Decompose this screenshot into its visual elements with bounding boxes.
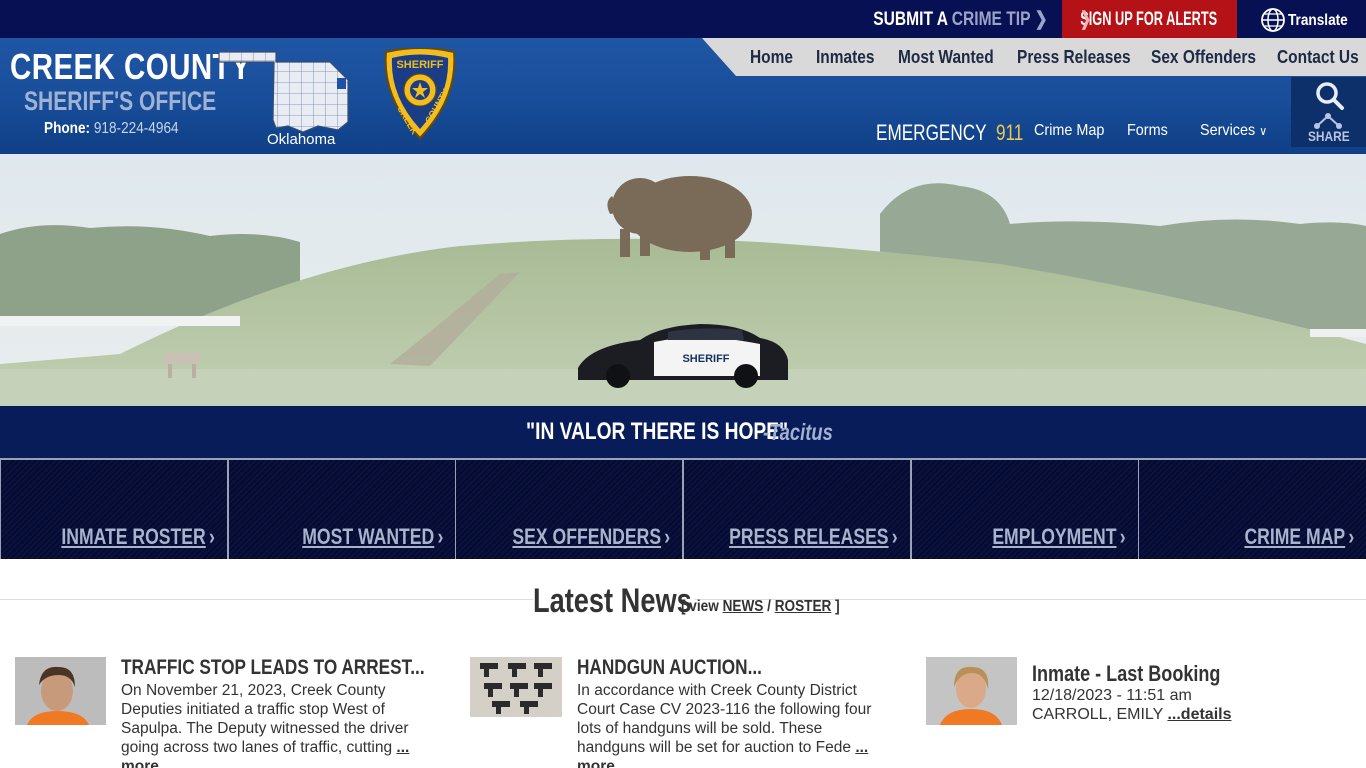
nav-press-releases[interactable]: Press Releases [1017, 47, 1131, 68]
chevron-right-icon: › [209, 524, 215, 549]
news-thumbnail-handguns[interactable] [470, 657, 562, 717]
phone-number[interactable]: 918-224-4964 [94, 120, 179, 137]
badge-top-text: SHERIFF [396, 59, 443, 71]
crime-tip-prefix: SUBMIT A [873, 9, 953, 30]
site-header: CREEK COUNTY SHERIFF'S OFFICE Phone: 918… [0, 38, 1366, 154]
latest-news-heading: Latest News [533, 582, 695, 621]
emergency-info: EMERGENCY 911 [876, 120, 1023, 146]
hero-image: SHERIFF [0, 154, 1366, 406]
brand-subtitle: SHERIFF'S OFFICE [24, 86, 217, 116]
translate-label: Translate [1288, 12, 1348, 29]
chevron-down-icon: ∨ [1259, 124, 1268, 138]
sheriff-badge-logo: SHERIFF CREEK COUNTY [384, 48, 456, 140]
nav-sex-offenders[interactable]: Sex Offenders [1151, 47, 1256, 68]
view-news-link[interactable]: NEWS [723, 598, 764, 615]
inmate-booking-name: CARROLL, EMILY ...details [1032, 706, 1231, 724]
inmate-booking-date: 12/18/2023 - 11:51 am [1032, 687, 1192, 704]
tile-press-releases[interactable]: PRESS RELEASES › [684, 460, 910, 559]
share-label[interactable]: SHARE [1308, 128, 1350, 144]
sign-up-alerts-button[interactable]: SIGN UP FOR ALERTS ❯ [1062, 0, 1237, 38]
links-prefix: [ view [681, 598, 723, 615]
tile-label: MOST WANTED [301, 524, 434, 549]
brand-title[interactable]: CREEK COUNTY [10, 46, 251, 88]
nav-most-wanted[interactable]: Most Wanted [898, 47, 994, 68]
inmate-details-link[interactable]: ...details [1167, 706, 1231, 723]
news-item-title[interactable]: HANDGUN AUCTION... [577, 656, 762, 680]
tile-label: PRESS RELEASES [729, 524, 889, 549]
car-sheriff-text: SHERIFF [682, 353, 729, 365]
nav-inmates[interactable]: Inmates [816, 47, 875, 68]
alerts-label: SIGN UP FOR ALERTS [1080, 9, 1218, 30]
news-item-title[interactable]: TRAFFIC STOP LEADS TO ARREST... [121, 656, 425, 680]
services-label: Services [1200, 122, 1256, 139]
chevron-right-icon: › [892, 524, 898, 549]
chevron-right-icon: › [1348, 524, 1354, 549]
oklahoma-map-icon [218, 51, 349, 133]
chevron-right-icon: ❯ [1080, 9, 1091, 30]
emergency-label: EMERGENCY [876, 120, 987, 145]
tile-sex-offenders[interactable]: SEX OFFENDERS › [456, 460, 682, 559]
tile-label: SEX OFFENDERS [512, 524, 661, 549]
inmate-booking-title[interactable]: Inmate - Last Booking [1032, 661, 1220, 687]
news-view-links: [ view NEWS / ROSTER ] [681, 598, 840, 616]
chevron-right-icon: › [664, 524, 670, 549]
tile-crime-map[interactable]: CRIME MAP › [1139, 460, 1366, 559]
inmate-name: CARROLL, EMILY [1032, 706, 1168, 723]
crime-tip-highlight: CRIME TIP [952, 9, 1031, 30]
links-separator: / [763, 598, 775, 615]
tile-most-wanted[interactable]: MOST WANTED › [229, 460, 455, 559]
motto-quote: "IN VALOR THERE IS HOPE" [526, 418, 789, 445]
phone-label: Phone: [44, 120, 91, 137]
globe-icon [1261, 8, 1285, 32]
chevron-right-icon: › [437, 524, 443, 549]
tile-label: INMATE ROSTER [61, 524, 206, 549]
news-item-body: On November 21, 2023, Creek County Deput… [121, 681, 431, 768]
inmate-mugshot[interactable] [926, 657, 1017, 725]
tile-label: CRIME MAP [1244, 524, 1345, 549]
crime-map-link[interactable]: Crime Map [1034, 122, 1104, 140]
emergency-number[interactable]: 911 [996, 120, 1023, 145]
news-item-text: On November 21, 2023, Creek County Deput… [121, 682, 409, 756]
motto-band: "IN VALOR THERE IS HOPE" -Tacitus [0, 406, 1366, 458]
links-suffix: ] [831, 598, 840, 615]
submit-crime-tip-link[interactable]: SUBMIT A CRIME TIP ❯ [874, 0, 1048, 38]
tile-employment[interactable]: EMPLOYMENT › [912, 460, 1138, 559]
phone-info: Phone: 918-224-4964 [44, 120, 179, 138]
news-item-text: In accordance with Creek County District… [577, 682, 872, 756]
nav-contact-us[interactable]: Contact Us [1277, 47, 1359, 68]
motto-author: -Tacitus [763, 419, 833, 445]
tile-label: EMPLOYMENT [992, 524, 1117, 549]
quick-links: INMATE ROSTER › MOST WANTED › SEX OFFENDER… [0, 458, 1366, 559]
view-roster-link[interactable]: ROSTER [775, 598, 832, 615]
forms-link[interactable]: Forms [1127, 122, 1168, 140]
news-item-body: In accordance with Creek County District… [577, 681, 887, 768]
search-share-panel: SHARE [1291, 77, 1366, 147]
services-dropdown[interactable]: Services ∨ [1200, 122, 1267, 140]
oklahoma-label: Oklahoma [267, 131, 336, 148]
search-icon[interactable] [1315, 81, 1345, 111]
chevron-right-icon: ❯ [1034, 9, 1048, 30]
nav-home[interactable]: Home [750, 47, 793, 68]
news-thumbnail-mugshot[interactable] [15, 657, 106, 725]
tile-inmate-roster[interactable]: INMATE ROSTER › [1, 460, 227, 559]
top-bar: SUBMIT A CRIME TIP ❯ SIGN UP FOR ALERTS … [0, 0, 1366, 38]
chevron-right-icon: › [1120, 524, 1126, 549]
